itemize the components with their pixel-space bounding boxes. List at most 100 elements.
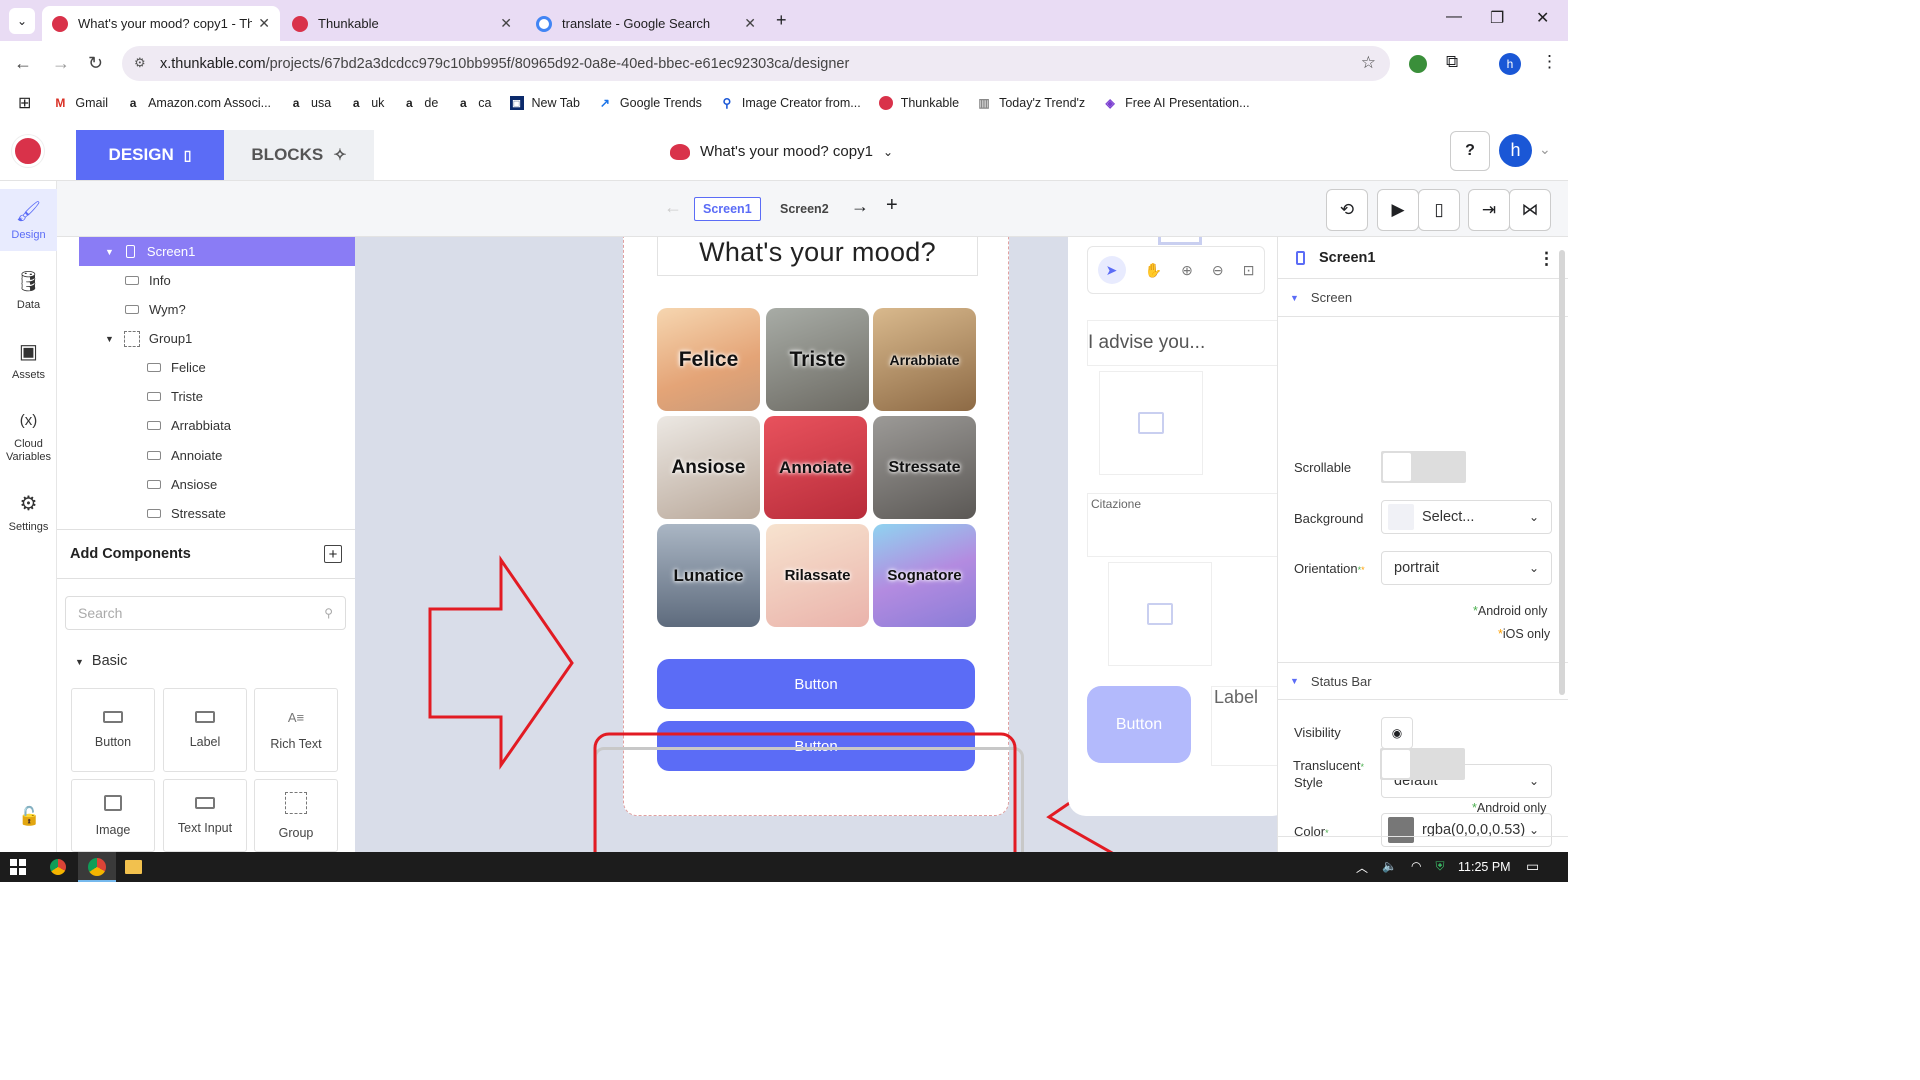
- download-button[interactable]: ⇥: [1468, 189, 1510, 231]
- bookmark-usa[interactable]: a usa: [289, 96, 332, 110]
- apps-grid-icon[interactable]: ⊞: [18, 93, 31, 113]
- orientation-select[interactable]: portrait ⌄: [1381, 551, 1552, 585]
- restore-icon[interactable]: ❐: [1490, 8, 1504, 28]
- bookmark-star-icon[interactable]: ☆: [1361, 53, 1376, 73]
- bookmark-free-ai-presentation[interactable]: ◈ Free AI Presentation...: [1103, 96, 1250, 110]
- screen1-tab[interactable]: Screen1: [694, 197, 761, 221]
- component-button[interactable]: Button: [71, 688, 155, 772]
- add-screen-icon[interactable]: +: [886, 194, 898, 217]
- rail-cloud-variables[interactable]: (x) Cloud Variables: [0, 406, 57, 464]
- tree-item-stressate[interactable]: Stressate: [57, 499, 355, 528]
- extensions-icon[interactable]: ⧉: [1446, 52, 1458, 72]
- advise-label[interactable]: I advise you...: [1087, 320, 1277, 366]
- next-screen-icon[interactable]: →: [851, 196, 869, 217]
- add-box-icon[interactable]: +: [324, 545, 342, 563]
- notifications-icon[interactable]: ▭: [1526, 858, 1539, 875]
- tree-item-screen1[interactable]: ▼ Screen1: [79, 237, 355, 266]
- url-bar[interactable]: ⚙ x.thunkable.com/projects/67bd2a3dcdcc9…: [122, 46, 1390, 81]
- thunkable-logo[interactable]: [12, 135, 44, 167]
- chrome-taskbar-icon-active[interactable]: [78, 852, 116, 882]
- security-shield-icon[interactable]: ⛨: [1435, 859, 1444, 876]
- component-image[interactable]: Image: [71, 779, 155, 852]
- bookmark-todayz-trendz[interactable]: ▥ Today'z Trend'z: [977, 96, 1085, 110]
- bookmark-google-trends[interactable]: ↗ Google Trends: [598, 96, 702, 110]
- rail-settings[interactable]: ⚙ Settings: [0, 489, 57, 534]
- prev-screen-icon[interactable]: ←: [664, 197, 682, 218]
- browser-menu-icon[interactable]: ⋮: [1541, 52, 1558, 72]
- close-tab-icon[interactable]: ✕: [500, 15, 512, 32]
- fit-screen-icon[interactable]: ⊡: [1243, 262, 1255, 279]
- project-title-dropdown[interactable]: What's your mood? copy1 ⌄: [670, 143, 893, 160]
- minimize-icon[interactable]: —: [1446, 8, 1462, 26]
- status-bar-section-header[interactable]: ▼ Status Bar: [1278, 662, 1568, 700]
- account-chevron-down-icon[interactable]: ⌄: [1539, 141, 1551, 158]
- select-tool-icon[interactable]: ➤: [1097, 256, 1126, 284]
- close-window-icon[interactable]: ✕: [1536, 8, 1549, 28]
- site-info-icon[interactable]: ⚙: [134, 55, 146, 71]
- rail-data[interactable]: 🛢 Data: [0, 267, 57, 312]
- browser-tab[interactable]: Thunkable ✕: [282, 6, 522, 41]
- pan-tool-icon[interactable]: ✋: [1145, 262, 1162, 279]
- bookmark-gmail[interactable]: M Gmail: [53, 96, 108, 110]
- history-button[interactable]: ⟲: [1326, 189, 1368, 231]
- back-icon[interactable]: ←: [14, 53, 32, 74]
- bookmark-de[interactable]: a de: [402, 96, 438, 110]
- chevron-up-icon[interactable]: ︿: [1356, 859, 1368, 876]
- screen2-tab[interactable]: Screen2: [772, 197, 837, 221]
- share-button[interactable]: ⋈: [1509, 189, 1551, 231]
- tree-item-wym[interactable]: Wym?: [57, 295, 355, 324]
- tab-list-button[interactable]: ⌄: [9, 8, 35, 34]
- bookmark-amazon[interactable]: a Amazon.com Associ...: [126, 96, 271, 110]
- rail-assets[interactable]: ▣ Assets: [0, 337, 57, 382]
- tree-item-annoiate[interactable]: Annoiate: [57, 441, 355, 470]
- component-search-input[interactable]: Search ⚲: [65, 596, 346, 630]
- tree-item-group1[interactable]: ▼ Group1: [57, 324, 355, 353]
- taskbar-clock[interactable]: 11:25 PM: [1458, 860, 1511, 874]
- screen2-button[interactable]: Button: [1087, 686, 1191, 763]
- background-select[interactable]: Select... ⌄: [1381, 500, 1552, 534]
- component-group[interactable]: Group: [254, 779, 338, 852]
- image-placeholder-1[interactable]: [1099, 371, 1203, 475]
- properties-scrollbar[interactable]: [1559, 250, 1565, 695]
- bookmark-new-tab[interactable]: ▣ New Tab: [509, 96, 580, 110]
- lock-icon[interactable]: 🔓: [18, 806, 40, 827]
- tab-design[interactable]: DESIGN ▯: [76, 130, 224, 180]
- close-tab-icon[interactable]: ✕: [258, 15, 270, 32]
- chrome-taskbar-icon[interactable]: [49, 858, 67, 876]
- screen2-preview[interactable]: ➤ ✋ ⊕ ⊖ ⊡ I advise you... Citazione Butt…: [1068, 237, 1277, 816]
- wifi-icon[interactable]: ◠: [1411, 859, 1421, 876]
- visibility-button[interactable]: ◉: [1381, 717, 1413, 749]
- component-rich-text[interactable]: A≡ Rich Text: [254, 688, 338, 772]
- forward-icon[interactable]: →: [52, 53, 70, 74]
- volume-icon[interactable]: 🔈: [1382, 859, 1397, 876]
- screen2-label[interactable]: Label: [1211, 686, 1277, 766]
- bookmark-uk[interactable]: a uk: [349, 96, 385, 110]
- tree-item-ansiose[interactable]: Ansiose: [57, 470, 355, 499]
- translucent-toggle[interactable]: [1380, 748, 1465, 780]
- reload-icon[interactable]: ↻: [88, 53, 103, 74]
- color-select[interactable]: rgba(0,0,0,0.53) ⌄: [1381, 813, 1552, 847]
- more-options-icon[interactable]: ⋮: [1538, 249, 1555, 269]
- image-placeholder-2[interactable]: [1108, 562, 1212, 666]
- help-button[interactable]: ?: [1450, 131, 1490, 171]
- preview-button[interactable]: ▶: [1377, 189, 1419, 231]
- design-canvas[interactable]: What's your mood? Felice Triste Arrabbia…: [355, 237, 1277, 852]
- screen-section-header[interactable]: ▼ Screen: [1278, 279, 1568, 317]
- bookmark-ca[interactable]: a ca: [456, 96, 492, 110]
- windows-start-icon[interactable]: [10, 859, 26, 875]
- browser-tab-active[interactable]: What's your mood? copy1 - Thu ✕: [42, 6, 280, 41]
- rail-design[interactable]: 🖌 Design: [0, 189, 57, 251]
- basic-section-header[interactable]: ▼ Basic: [75, 653, 127, 669]
- tree-item-felice[interactable]: Felice: [57, 353, 355, 382]
- tab-blocks[interactable]: BLOCKS ✧: [224, 130, 374, 180]
- component-label[interactable]: Label: [163, 688, 247, 772]
- file-explorer-icon[interactable]: [125, 860, 142, 874]
- component-text-input[interactable]: Text Input: [163, 779, 247, 852]
- zoom-out-icon[interactable]: ⊖: [1212, 262, 1224, 279]
- scrollable-toggle[interactable]: [1381, 451, 1466, 483]
- user-avatar[interactable]: h: [1499, 134, 1532, 167]
- browser-tab[interactable]: translate - Google Search ✕: [526, 6, 766, 41]
- citazione-label[interactable]: Citazione: [1087, 493, 1277, 557]
- extension-globe-icon[interactable]: [1409, 55, 1427, 73]
- live-test-button[interactable]: ▯: [1418, 189, 1460, 231]
